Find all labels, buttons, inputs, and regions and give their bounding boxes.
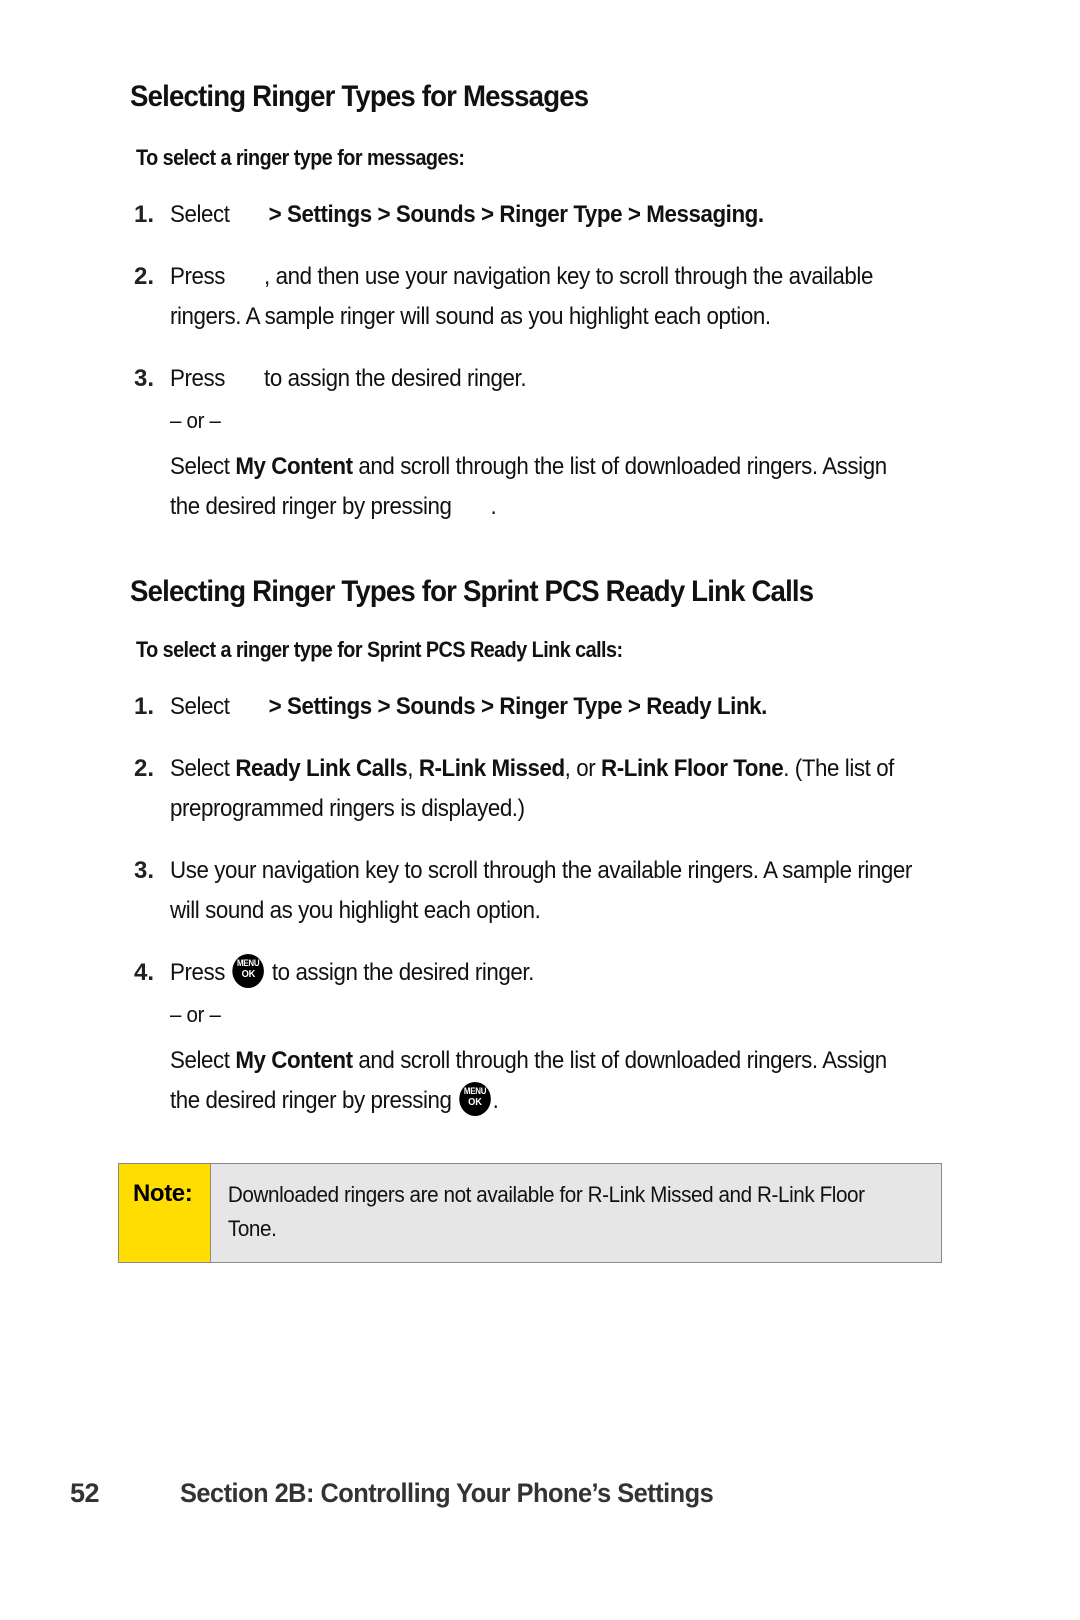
step-alternative: Select My Content and scroll through the… [170, 447, 912, 527]
steps-list-messages: 1. Select > Settings > Sounds > Ringer Ty… [118, 195, 968, 527]
step-number: 3. [133, 364, 154, 392]
note-label-cell: Note: [119, 1164, 211, 1262]
step-text: Press MENU OK to assign the desired ringe… [170, 953, 912, 1121]
step-number: 3. [133, 857, 154, 884]
step-item: 1. Select > Settings > Sounds > Ringer Ty… [118, 195, 968, 235]
step-item: 4. Press MENU OK to assign the desired ri… [118, 953, 968, 1121]
step-item: 2. Select Ready Link Calls, R-Link Misse… [118, 749, 968, 829]
option-r-link-floor-tone: R-Link Floor Tone [601, 755, 784, 782]
section-heading-messages: Selecting Ringer Types for Messages [130, 80, 589, 113]
step-lead: Select [170, 200, 230, 228]
step-number: 2. [133, 262, 154, 290]
blank-nav-icon [451, 496, 490, 518]
step-item: 2. Press, and then use your navigation k… [118, 257, 968, 337]
or-separator: – or – [170, 407, 221, 433]
alt-lead: Select [170, 452, 230, 480]
step-number: 4. [133, 959, 154, 986]
step-item: 3. Use your navigation key to scroll thr… [118, 851, 968, 931]
step-number: 1. [133, 693, 154, 720]
step-item: 3. Press to assign the desired ringer. – … [118, 359, 968, 527]
page-footer: 52 Section 2B: Controlling Your Phone’s … [70, 1478, 1010, 1509]
step-text: Press to assign the desired ringer. – or … [170, 359, 912, 527]
steps-list-ready-link: 1. Select > Settings > Sounds > Ringer Ty… [118, 687, 968, 1121]
blank-nav-icon [225, 368, 264, 390]
step-lead: Select [170, 693, 230, 720]
option-ready-link-calls: Ready Link Calls [235, 755, 408, 782]
step-alternative: Select My Content and scroll through the… [170, 1041, 912, 1121]
menu-ok-icon-bottom-label: OK [468, 1097, 482, 1108]
step-body-text: , and then use your navigation key to sc… [170, 262, 873, 330]
step-lead: Select [170, 755, 230, 782]
option-r-link-missed: R-Link Missed [418, 755, 565, 782]
blank-nav-icon [225, 266, 264, 288]
blank-nav-icon [230, 697, 269, 719]
section-subhead-messages: To select a ringer type for messages: [136, 144, 465, 170]
page-content: Selecting Ringer Types for Messages To s… [118, 80, 968, 1263]
alt-bold-term: My Content [235, 1047, 353, 1074]
step-lead: Press [170, 959, 225, 986]
step-lead: Press [170, 364, 225, 392]
page-number: 52 [70, 1478, 100, 1508]
section-subhead-ready-link: To select a ringer type for Sprint PCS R… [136, 637, 623, 662]
manual-page: Selecting Ringer Types for Messages To s… [0, 0, 1080, 1620]
step-text: Use your navigation key to scroll throug… [170, 857, 912, 924]
step-text: Press, and then use your navigation key … [170, 257, 912, 337]
menu-path: > Settings > Sounds > Ringer Type > Read… [268, 693, 768, 720]
blank-nav-icon [230, 204, 269, 226]
section-heading-ready-link: Selecting Ringer Types for Sprint PCS Re… [130, 574, 814, 608]
step-number: 2. [133, 755, 154, 782]
alt-bold-term: My Content [235, 452, 353, 480]
step-body-text: to assign the desired ringer. [271, 959, 534, 986]
menu-ok-icon: MENU OK [459, 1082, 491, 1116]
menu-ok-icon-bottom-label: OK [241, 969, 256, 980]
step-number: 1. [133, 200, 154, 228]
alt-tail: . [490, 492, 497, 520]
menu-ok-icon: MENU OK [232, 954, 265, 988]
note-text: Downloaded ringers are not available for… [227, 1182, 865, 1241]
menu-ok-icon-top-label: MENU [463, 1086, 487, 1096]
separator: , or [564, 755, 596, 782]
alt-tail: . [492, 1087, 499, 1114]
menu-ok-icon-top-label: MENU [237, 958, 260, 968]
step-text: Select Ready Link Calls, R-Link Missed, … [170, 749, 912, 829]
footer-section-title: Section 2B: Controlling Your Phone’s Set… [180, 1478, 714, 1508]
step-text: Select > Settings > Sounds > Ringer Type … [170, 687, 912, 727]
alt-lead: Select [170, 1047, 230, 1074]
step-text: Select > Settings > Sounds > Ringer Type … [170, 195, 912, 235]
step-lead: Press [170, 262, 225, 290]
step-item: 1. Select > Settings > Sounds > Ringer Ty… [118, 687, 968, 727]
menu-path: > Settings > Sounds > Ringer Type > Mess… [268, 200, 764, 228]
step-body-text: to assign the desired ringer. [264, 364, 527, 392]
or-separator: – or – [170, 1002, 221, 1027]
note-box: Note: Downloaded ringers are not availab… [118, 1163, 942, 1263]
note-label: Note: [133, 1180, 193, 1207]
separator: , [407, 755, 414, 782]
